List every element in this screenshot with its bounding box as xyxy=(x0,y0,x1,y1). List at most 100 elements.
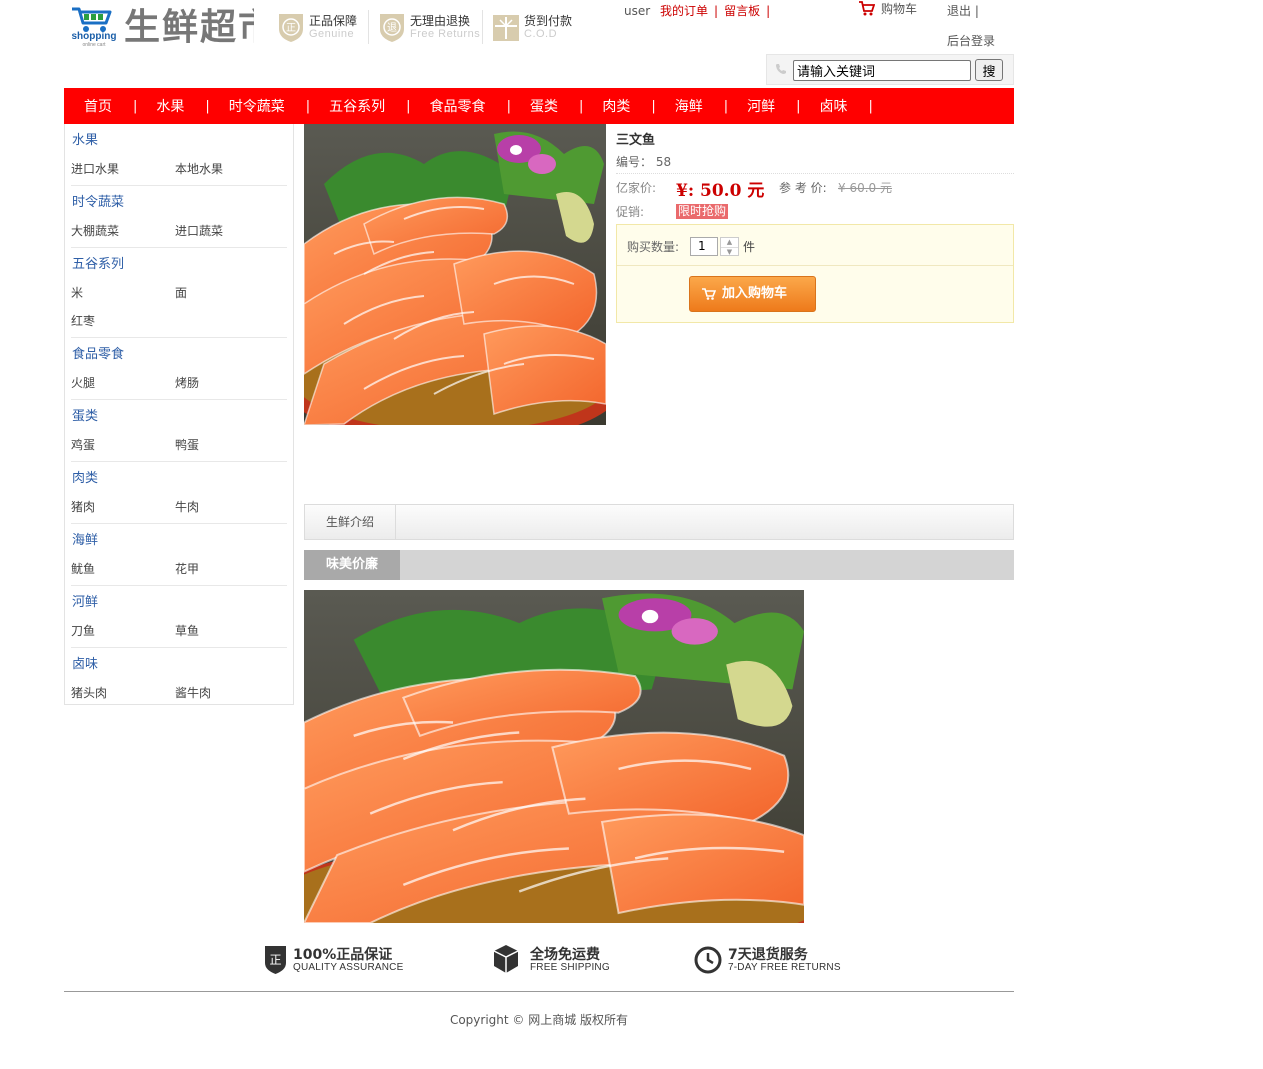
section-header: 味美价廉 xyxy=(304,550,1014,580)
category-title[interactable]: 五谷系列 xyxy=(71,248,287,281)
sku-value: 58 xyxy=(655,155,672,169)
category-group: 卤味 猪头肉 酱牛肉 xyxy=(71,648,287,709)
logout-link[interactable]: 退出 | xyxy=(947,2,979,19)
add-to-cart-button[interactable]: 加入购物车 xyxy=(689,276,816,312)
username: user xyxy=(624,4,651,18)
cod-box-icon xyxy=(493,15,519,41)
nav-divider: | xyxy=(133,98,138,114)
increment-icon[interactable]: ▲ xyxy=(721,238,738,247)
decrement-icon[interactable]: ▼ xyxy=(721,247,738,256)
search-box: 搜 xyxy=(766,54,1014,85)
category-title[interactable]: 蛋类 xyxy=(71,400,287,433)
category-items: 火腿 烤肠 xyxy=(71,371,287,399)
subcategory-link[interactable]: 酱牛肉 xyxy=(175,681,279,709)
nav-item[interactable]: 首页 | xyxy=(84,96,156,116)
price-row: 亿家价: ¥: 50.0 元 参 考 价: ¥ 60.0 元 xyxy=(616,176,1014,201)
divider xyxy=(368,10,369,44)
price-value: ¥: 50.0 元 xyxy=(676,181,765,201)
subcategory-link[interactable]: 牛肉 xyxy=(175,495,279,523)
service-title: 7天退货服务 xyxy=(728,947,808,963)
nav-divider: | xyxy=(796,98,801,114)
nav-item-label: 河鲜 xyxy=(747,99,776,115)
subcategory-link[interactable]: 面 xyxy=(175,281,279,309)
subcategory-link[interactable]: 草鱼 xyxy=(175,619,279,647)
sku-label: 编号： xyxy=(616,155,653,169)
category-group: 五谷系列米面红枣 xyxy=(71,248,287,338)
guarantee-title: 正品保障 xyxy=(309,14,358,28)
category-title[interactable]: 食品零食 xyxy=(71,338,287,371)
service-title: 100%正品保证 xyxy=(293,947,393,963)
tab-intro[interactable]: 生鲜介绍 xyxy=(305,505,396,539)
phone-icon xyxy=(776,64,786,74)
search-button[interactable]: 搜 xyxy=(975,59,1003,81)
category-group: 河鲜 刀鱼 草鱼 xyxy=(71,586,287,648)
nav-divider: | xyxy=(578,98,584,114)
admin-login-link[interactable]: 后台登录 xyxy=(947,32,995,49)
category-items: 进口水果 本地水果 xyxy=(71,157,287,185)
sku-row: 编号： 58 xyxy=(616,152,1014,174)
category-title[interactable]: 卤味 xyxy=(71,648,287,681)
guarantee-subtitle: Free Returns xyxy=(410,28,481,40)
cart-link[interactable]: 购物车 xyxy=(858,0,917,17)
category-title[interactable]: 海鲜 xyxy=(71,524,287,557)
nav-item[interactable]: 五谷系列 | xyxy=(329,96,429,116)
message-board-link[interactable]: 留言板 xyxy=(724,4,760,18)
subcategory-link[interactable]: 猪头肉 xyxy=(71,681,175,709)
category-group: 水果 进口水果 本地水果 xyxy=(71,124,287,186)
nav-item[interactable]: 河鲜 | xyxy=(747,96,819,116)
category-items: 鱿鱼 花甲 xyxy=(71,557,287,585)
subcategory-link[interactable]: 鸡蛋 xyxy=(71,433,175,461)
nav-item[interactable]: 肉类 | xyxy=(602,96,674,116)
detail-tabs: 生鲜介绍 xyxy=(304,504,1014,540)
category-items: 刀鱼 草鱼 xyxy=(71,619,287,647)
category-sidebar: 水果 进口水果 本地水果 时令蔬菜 大棚蔬菜 进口蔬菜 五谷系列米面红枣 食品零食 火腿 烤肠 蛋类… xyxy=(64,124,294,705)
nav-item[interactable]: 时令蔬菜 | xyxy=(229,96,329,116)
nav-item-label: 食品零食 xyxy=(429,99,486,115)
nav-item[interactable]: 水果 | xyxy=(156,96,228,116)
subcategory-link[interactable]: 猪肉 xyxy=(71,495,175,523)
guarantee-subtitle: Genuine xyxy=(309,28,355,40)
nav-item-label: 首页 xyxy=(84,99,112,115)
nav-divider: | xyxy=(723,98,729,114)
subcategory-link[interactable]: 鸭蛋 xyxy=(175,433,279,461)
quantity-unit: 件 xyxy=(743,240,756,254)
site-title: 生鲜超市 xyxy=(124,7,254,48)
nav-item-label: 蛋类 xyxy=(529,99,558,115)
promo-label: 促销: xyxy=(616,205,645,219)
subcategory-link[interactable]: 进口蔬菜 xyxy=(175,219,279,247)
category-title[interactable]: 时令蔬菜 xyxy=(71,186,287,219)
nav-item[interactable]: 食品零食 | xyxy=(430,96,530,116)
category-title[interactable]: 河鲜 xyxy=(71,586,287,619)
subcategory-link[interactable]: 鱿鱼 xyxy=(71,557,175,585)
category-title[interactable]: 水果 xyxy=(71,124,287,157)
nav-item[interactable]: 卤味 | xyxy=(820,96,892,116)
subcategory-link[interactable]: 烤肠 xyxy=(175,371,279,399)
category-items: 猪头肉 酱牛肉 xyxy=(71,681,287,709)
subcategory-link[interactable]: 花甲 xyxy=(175,557,279,585)
genuine-seal-icon: 正 xyxy=(279,14,303,42)
category-items: 大棚蔬菜 进口蔬菜 xyxy=(71,219,287,247)
nav-item-label: 肉类 xyxy=(602,99,631,115)
divider: | xyxy=(714,4,719,18)
site-logo[interactable]: shopping online cart xyxy=(68,5,118,48)
subcategory-link[interactable]: 大棚蔬菜 xyxy=(71,219,175,247)
quantity-stepper[interactable]: ▲ ▼ xyxy=(720,237,739,256)
nav-item-label: 五谷系列 xyxy=(329,99,386,115)
subcategory-link[interactable]: 火腿 xyxy=(71,371,175,399)
search-input[interactable] xyxy=(793,60,971,81)
subcategory-link[interactable]: 米 xyxy=(71,281,175,309)
cart-icon xyxy=(859,1,876,16)
subcategory-link[interactable]: 进口水果 xyxy=(71,157,175,185)
category-items: 米面红枣 xyxy=(71,281,287,337)
my-orders-link[interactable]: 我的订单 xyxy=(660,4,708,18)
nav-item[interactable]: 蛋类 | xyxy=(530,96,602,116)
clock-icon xyxy=(694,946,722,974)
subcategory-link[interactable]: 本地水果 xyxy=(175,157,279,185)
nav-item[interactable]: 海鲜 | xyxy=(675,96,747,116)
nav-divider: | xyxy=(305,98,311,114)
quantity-input[interactable]: 1 xyxy=(690,237,718,256)
subcategory-link[interactable]: 刀鱼 xyxy=(71,619,175,647)
subcategory-link[interactable]: 红枣 xyxy=(71,309,175,337)
category-title[interactable]: 肉类 xyxy=(71,462,287,495)
user-links: user 我的订单 | 留言板 | xyxy=(624,2,776,19)
